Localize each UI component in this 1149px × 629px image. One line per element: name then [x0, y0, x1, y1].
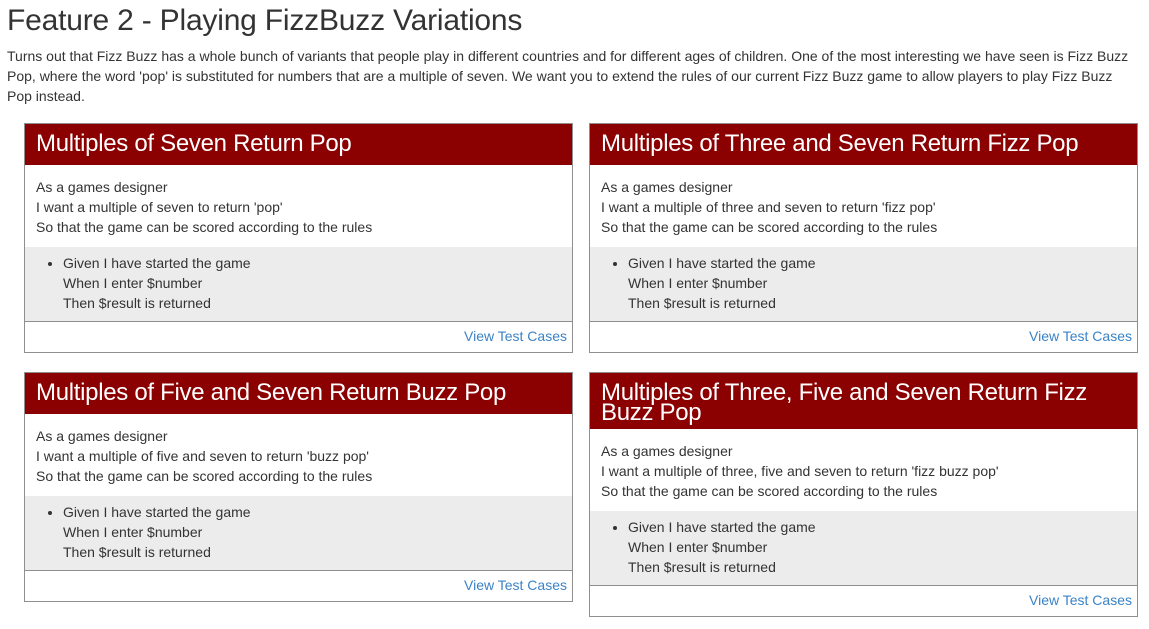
story-line: As a games designer	[601, 179, 733, 195]
scenario-step: When I enter $number	[628, 539, 768, 555]
scenario-item: Given I have started the game When I ent…	[63, 502, 561, 562]
scenario-step: Given I have started the game	[63, 255, 251, 271]
story-card: Multiples of Three and Seven Return Fizz…	[589, 123, 1138, 353]
scenario-section: Given I have started the game When I ent…	[590, 511, 1137, 586]
scenario-step: Then $result is returned	[63, 295, 211, 311]
card-footer: View Test Cases	[590, 586, 1137, 616]
story-card: Multiples of Seven Return Pop As a games…	[24, 123, 573, 353]
card-title: Multiples of Five and Seven Return Buzz …	[25, 373, 572, 414]
card-title: Multiples of Seven Return Pop	[25, 124, 572, 165]
story-line: So that the game can be scored according…	[601, 219, 938, 235]
scenario-section: Given I have started the game When I ent…	[25, 496, 572, 571]
user-story: As a games designer I want a multiple of…	[25, 414, 572, 496]
scenario-item: Given I have started the game When I ent…	[63, 253, 561, 313]
card-title: Multiples of Three and Seven Return Fizz…	[590, 124, 1137, 165]
scenario-item: Given I have started the game When I ent…	[628, 517, 1126, 577]
story-card: Multiples of Five and Seven Return Buzz …	[24, 372, 573, 602]
card-title-text: Multiples of Seven Return Pop	[36, 130, 352, 157]
user-story: As a games designer I want a multiple of…	[25, 165, 572, 247]
card-title-text: Multiples of Three and Seven Return Fizz…	[601, 130, 1079, 157]
view-test-cases-link[interactable]: View Test Cases	[1029, 328, 1132, 344]
story-line: So that the game can be scored according…	[601, 483, 938, 499]
story-line: I want a multiple of three, five and sev…	[601, 463, 999, 479]
card-title: Multiples of Three, Five and Seven Retur…	[590, 373, 1137, 429]
scenario-step: Given I have started the game	[628, 519, 816, 535]
scenario-step: Then $result is returned	[628, 559, 776, 575]
card-title-text: Multiples of Five and Seven Return Buzz …	[36, 379, 507, 406]
scenario-step: When I enter $number	[63, 275, 203, 291]
story-line: So that the game can be scored according…	[36, 468, 373, 484]
scenario-list: Given I have started the game When I ent…	[36, 253, 561, 313]
user-story: As a games designer I want a multiple of…	[590, 429, 1137, 511]
scenario-step: Then $result is returned	[63, 544, 211, 560]
view-test-cases-link[interactable]: View Test Cases	[464, 328, 567, 344]
story-line: I want a multiple of seven to return 'po…	[36, 199, 283, 215]
page-title: Feature 2 - Playing FizzBuzz Variations	[7, 4, 523, 37]
scenario-item: Given I have started the game When I ent…	[628, 253, 1126, 313]
story-line: So that the game can be scored according…	[36, 219, 373, 235]
feature-description: Turns out that Fizz Buzz has a whole bun…	[7, 48, 1129, 104]
feature-page: Feature 2 - Playing FizzBuzz Variations …	[0, 0, 1149, 629]
scenario-list: Given I have started the game When I ent…	[601, 517, 1126, 577]
story-line: As a games designer	[601, 443, 733, 459]
user-story: As a games designer I want a multiple of…	[590, 165, 1137, 247]
scenario-list: Given I have started the game When I ent…	[36, 502, 561, 562]
scenario-step: Then $result is returned	[628, 295, 776, 311]
story-line: I want a multiple of five and seven to r…	[36, 448, 369, 464]
scenario-section: Given I have started the game When I ent…	[25, 247, 572, 322]
scenario-step: When I enter $number	[63, 524, 203, 540]
story-card: Multiples of Three, Five and Seven Retur…	[589, 372, 1138, 617]
scenario-step: Given I have started the game	[63, 504, 251, 520]
story-line: I want a multiple of three and seven to …	[601, 199, 936, 215]
scenario-step: Given I have started the game	[628, 255, 816, 271]
card-footer: View Test Cases	[590, 322, 1137, 352]
view-test-cases-link[interactable]: View Test Cases	[1029, 592, 1132, 608]
scenario-section: Given I have started the game When I ent…	[590, 247, 1137, 322]
story-line: As a games designer	[36, 428, 168, 444]
card-footer: View Test Cases	[25, 571, 572, 601]
card-title-text: Multiples of Three, Five and Seven Retur…	[601, 379, 1087, 426]
story-line: As a games designer	[36, 179, 168, 195]
card-footer: View Test Cases	[25, 322, 572, 352]
scenario-step: When I enter $number	[628, 275, 768, 291]
scenario-list: Given I have started the game When I ent…	[601, 253, 1126, 313]
view-test-cases-link[interactable]: View Test Cases	[464, 577, 567, 593]
